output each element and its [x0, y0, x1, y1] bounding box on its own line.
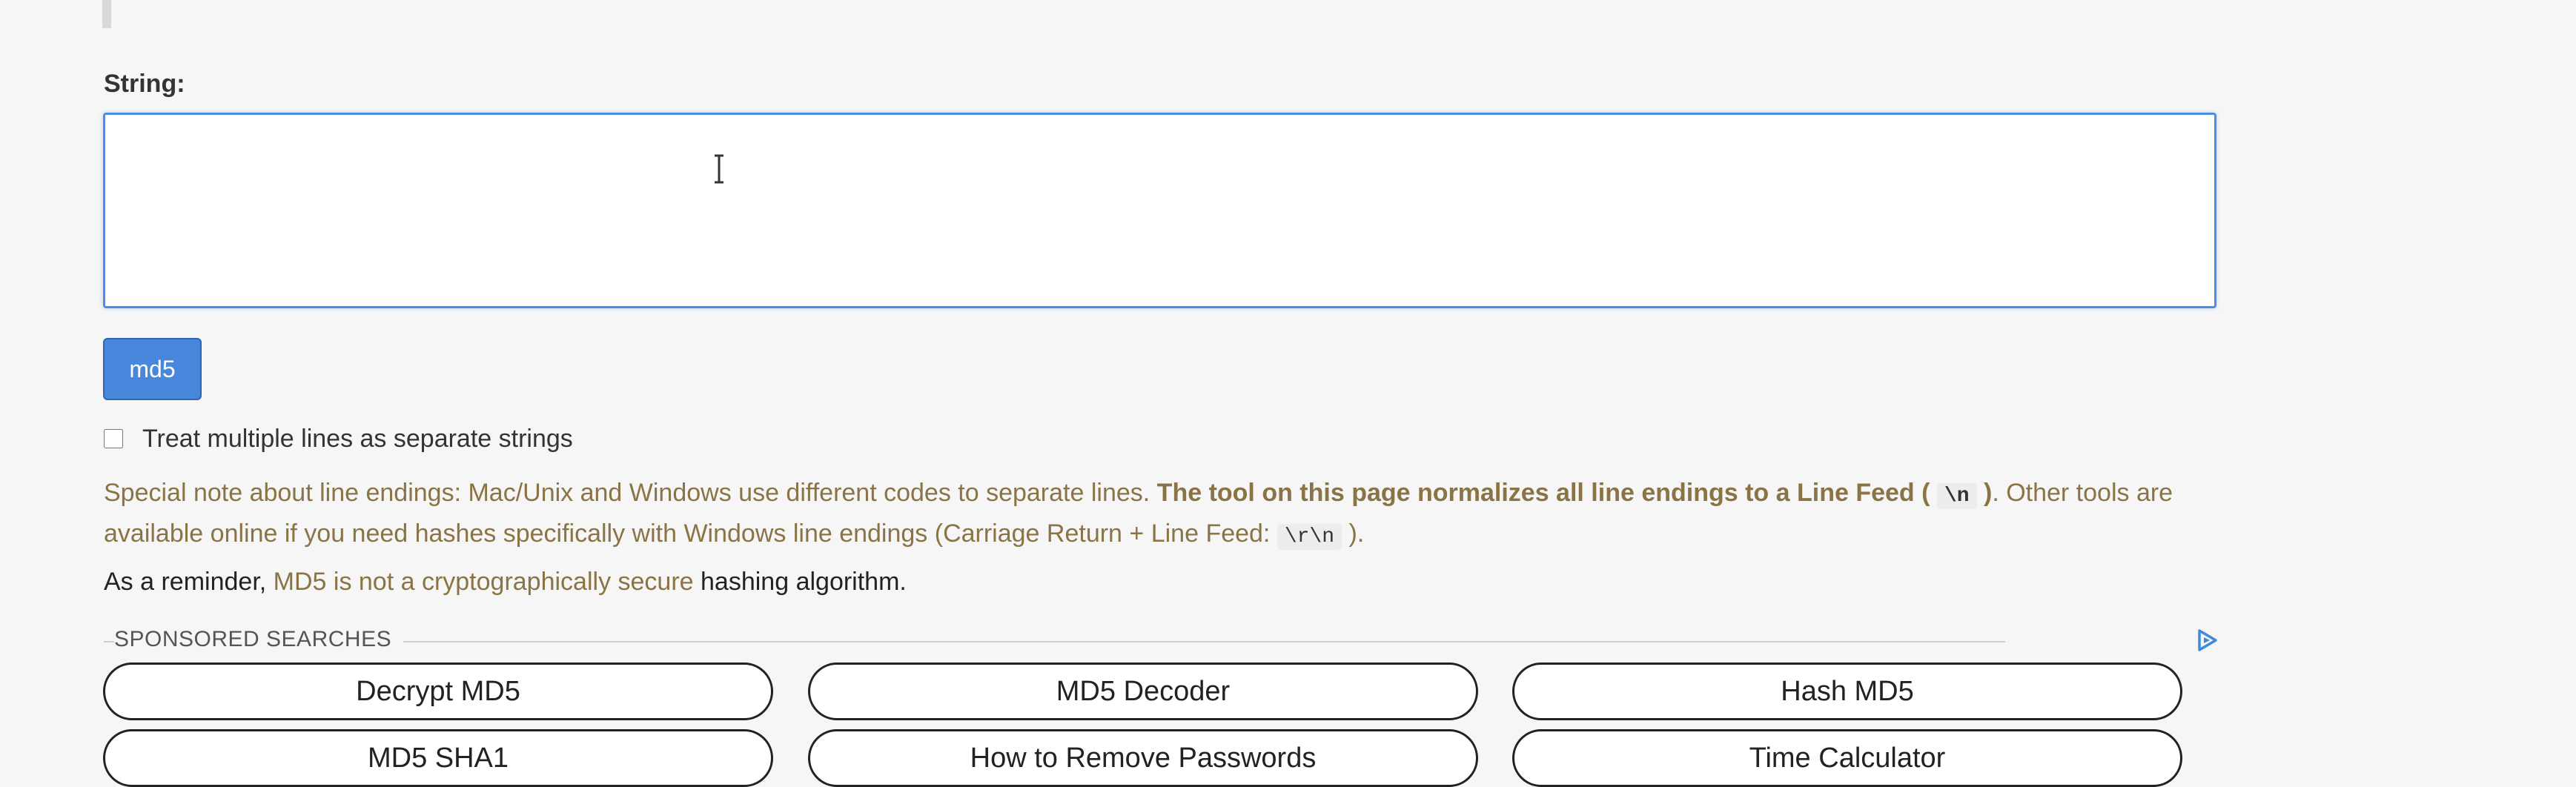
sponsored-searches-header: SPONSORED SEARCHES — [104, 627, 2220, 657]
adchoices-icon[interactable] — [2193, 627, 2220, 654]
string-label: String: — [104, 70, 185, 98]
separate-lines-option[interactable]: Treat multiple lines as separate strings — [104, 424, 573, 454]
note-end: ). — [1342, 519, 1365, 548]
string-input[interactable] — [103, 113, 2216, 308]
sponsored-search-md5-decoder[interactable]: MD5 Decoder — [808, 663, 1478, 720]
line-endings-note: Special note about line endings: Mac/Uni… — [104, 474, 2202, 556]
md5-insecure-link[interactable]: MD5 is not a cryptographically secure — [274, 568, 694, 596]
sponsored-search-remove-passwords[interactable]: How to Remove Passwords — [808, 729, 1478, 787]
reminder-prefix: As a reminder, — [104, 568, 274, 596]
reminder-suffix: hashing algorithm. — [693, 568, 907, 596]
note-bold-end: ) — [1976, 479, 1993, 507]
separate-lines-checkbox[interactable] — [104, 429, 123, 448]
sponsored-search-hash-md5[interactable]: Hash MD5 — [1512, 663, 2182, 720]
sponsored-search-md5-sha1[interactable]: MD5 SHA1 — [103, 729, 773, 787]
code-lf: \n — [1936, 483, 1977, 509]
sponsored-searches-title: SPONSORED SEARCHES — [114, 627, 404, 652]
sponsored-search-time-calculator[interactable]: Time Calculator — [1512, 729, 2182, 787]
md5-reminder: As a reminder, MD5 is not a cryptographi… — [104, 568, 907, 597]
note-lead: Special note about line endings: Mac/Uni… — [104, 479, 1157, 507]
md5-button[interactable]: md5 — [103, 338, 202, 400]
text-cursor-icon — [715, 154, 724, 184]
note-bold: The tool on this page normalizes all lin… — [1156, 479, 1937, 507]
separate-lines-label[interactable]: Treat multiple lines as separate strings — [142, 425, 573, 454]
sponsored-search-decrypt-md5[interactable]: Decrypt MD5 — [103, 663, 773, 720]
blockquote-bar — [102, 0, 111, 28]
code-crlf: \r\n — [1277, 524, 1342, 550]
